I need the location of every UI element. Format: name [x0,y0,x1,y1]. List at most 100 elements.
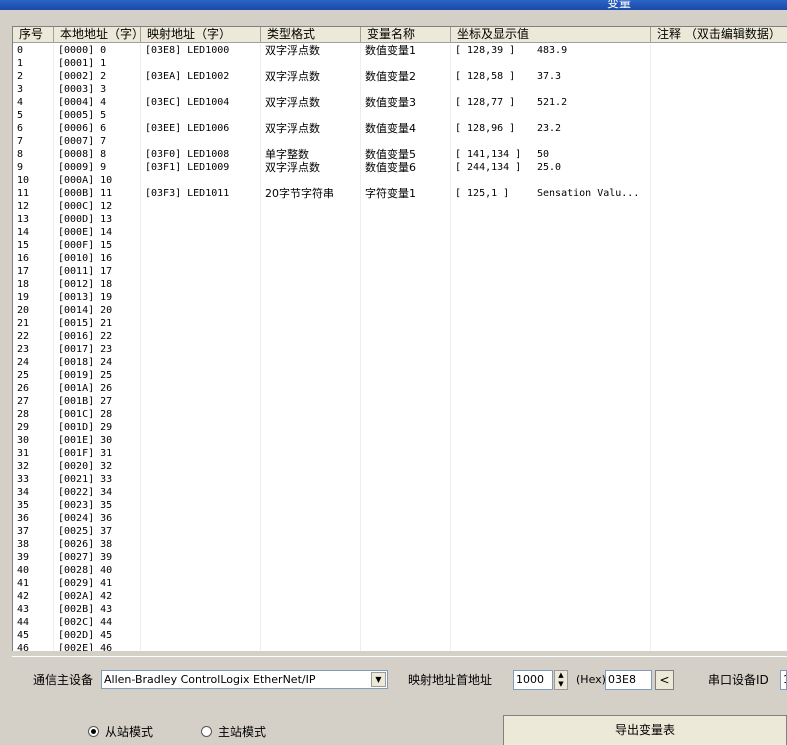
table-row[interactable]: 46 [002E] 46 [13,642,787,651]
comment-cell[interactable] [651,265,787,278]
table-row[interactable]: 21 [0015] 21 [13,317,787,330]
map-address-input[interactable]: 1000 [513,670,553,690]
column-header[interactable]: 本地地址（字） [54,27,141,42]
table-row[interactable]: 18 [0012] 18 [13,278,787,291]
comment-cell[interactable] [651,356,787,369]
comment-cell[interactable] [651,330,787,343]
spin-up-icon[interactable]: ▲ [555,671,567,680]
table-row[interactable]: 12 [000C] 12 [13,200,787,213]
comment-cell[interactable] [651,343,787,356]
comment-cell[interactable] [651,577,787,590]
table-row[interactable]: 39 [0027] 39 [13,551,787,564]
table-row[interactable]: 44 [002C] 44 [13,616,787,629]
comment-cell[interactable] [651,174,787,187]
comment-cell[interactable] [651,200,787,213]
chevron-down-icon[interactable]: ▼ [371,672,386,687]
comment-cell[interactable] [651,590,787,603]
comment-cell[interactable] [651,408,787,421]
table-row[interactable]: 13 [000D] 13 [13,213,787,226]
table-row[interactable]: 20 [0014] 20 [13,304,787,317]
table-row[interactable]: 25 [0019] 25 [13,369,787,382]
comment-cell[interactable] [651,603,787,616]
slave-mode-radio[interactable]: 从站模式 [88,723,153,740]
comment-cell[interactable] [651,447,787,460]
column-header[interactable]: 注释 （双击编辑数据） [651,27,787,42]
comment-cell[interactable] [651,564,787,577]
table-row[interactable]: 10 [000A] 10 [13,174,787,187]
table-row[interactable]: 40 [0028] 40 [13,564,787,577]
comment-cell[interactable] [651,434,787,447]
table-row[interactable]: 16 [0010] 16 [13,252,787,265]
table-row[interactable]: 22 [0016] 22 [13,330,787,343]
table-row[interactable]: 15 [000F] 15 [13,239,787,252]
table-row[interactable]: 42 [002A] 42 [13,590,787,603]
comment-cell[interactable] [651,616,787,629]
comment-cell[interactable] [651,304,787,317]
comment-cell[interactable] [651,538,787,551]
table-row[interactable]: 8 [0008] 8 [03F0] LED1008 单字整数 数值变量5[ 141,13… [13,148,787,161]
comment-cell[interactable] [651,278,787,291]
comment-cell[interactable] [651,96,787,109]
table-row[interactable]: 38 [0026] 38 [13,538,787,551]
table-row[interactable]: 37 [0025] 37 [13,525,787,538]
comment-cell[interactable] [651,460,787,473]
comment-cell[interactable] [651,83,787,96]
table-row[interactable]: 19 [0013] 19 [13,291,787,304]
table-row[interactable]: 33 [0021] 33 [13,473,787,486]
comment-cell[interactable] [651,629,787,642]
back-button[interactable]: < [655,670,674,690]
table-row[interactable]: 4 [0004] 4 [03EC] LED1004 双字浮点数 数值变量3[ 128,7… [13,96,787,109]
column-header[interactable]: 序号 [13,27,54,42]
comment-cell[interactable] [651,148,787,161]
table-row[interactable]: 3 [0003] 3 [13,83,787,96]
table-row[interactable]: 6 [0006] 6 [03EE] LED1006 双字浮点数 数值变量4[ 128,9… [13,122,787,135]
table-row[interactable]: 17 [0011] 17 [13,265,787,278]
table-row[interactable]: 14 [000E] 14 [13,226,787,239]
comment-cell[interactable] [651,525,787,538]
table-row[interactable]: 45 [002D] 45 [13,629,787,642]
table-row[interactable]: 31 [001F] 31 [13,447,787,460]
column-header[interactable]: 类型格式 [261,27,361,42]
export-variables-button[interactable]: 导出变量表 [503,715,787,745]
table-row[interactable]: 7 [0007] 7 [13,135,787,148]
table-row[interactable]: 2 [0002] 2 [03EA] LED1002 双字浮点数 数值变量2[ 128,5… [13,70,787,83]
comment-cell[interactable] [651,512,787,525]
variable-table[interactable]: 序号 本地地址（字） 映射地址（字） 类型格式 变量名称 坐标及显示值 注释 （双击编辑数据… [12,26,787,651]
table-row[interactable]: 23 [0017] 23 [13,343,787,356]
table-row[interactable]: 1 [0001] 1 [13,57,787,70]
comment-cell[interactable] [651,395,787,408]
column-header[interactable]: 坐标及显示值 [451,27,651,42]
comment-cell[interactable] [651,44,787,57]
table-row[interactable]: 9 [0009] 9 [03F1] LED1009 双字浮点数 数值变量6[ 244,1… [13,161,787,174]
comment-cell[interactable] [651,70,787,83]
comment-cell[interactable] [651,161,787,174]
comment-cell[interactable] [651,369,787,382]
table-row[interactable]: 24 [0018] 24 [13,356,787,369]
table-row[interactable]: 41 [0029] 41 [13,577,787,590]
master-device-select[interactable]: Allen-Bradley ControlLogix EtherNet/IP ▼ [101,670,388,689]
serial-id-input[interactable]: 1 [780,670,787,690]
master-mode-radio[interactable]: 主站模式 [201,723,266,740]
comment-cell[interactable] [651,642,787,651]
column-header[interactable]: 变量名称 [361,27,451,42]
table-row[interactable]: 11 [000B] 11 [03F3] LED1011 20字节字符串 字符变量1[ 1… [13,187,787,200]
comment-cell[interactable] [651,122,787,135]
table-row[interactable]: 26 [001A] 26 [13,382,787,395]
map-address-spinner[interactable]: ▲ ▼ [554,670,568,690]
table-row[interactable]: 35 [0023] 35 [13,499,787,512]
table-row[interactable]: 0 [0000] 0 [03E8] LED1000 双字浮点数 数值变量1[ 128,3… [13,44,787,57]
table-row[interactable]: 27 [001B] 27 [13,395,787,408]
comment-cell[interactable] [651,252,787,265]
comment-cell[interactable] [651,421,787,434]
table-row[interactable]: 32 [0020] 32 [13,460,787,473]
comment-cell[interactable] [651,135,787,148]
table-row[interactable]: 5 [0005] 5 [13,109,787,122]
comment-cell[interactable] [651,499,787,512]
comment-cell[interactable] [651,317,787,330]
splitter[interactable] [0,651,787,655]
table-row[interactable]: 29 [001D] 29 [13,421,787,434]
table-row[interactable]: 34 [0022] 34 [13,486,787,499]
comment-cell[interactable] [651,57,787,70]
comment-cell[interactable] [651,213,787,226]
table-row[interactable]: 28 [001C] 28 [13,408,787,421]
